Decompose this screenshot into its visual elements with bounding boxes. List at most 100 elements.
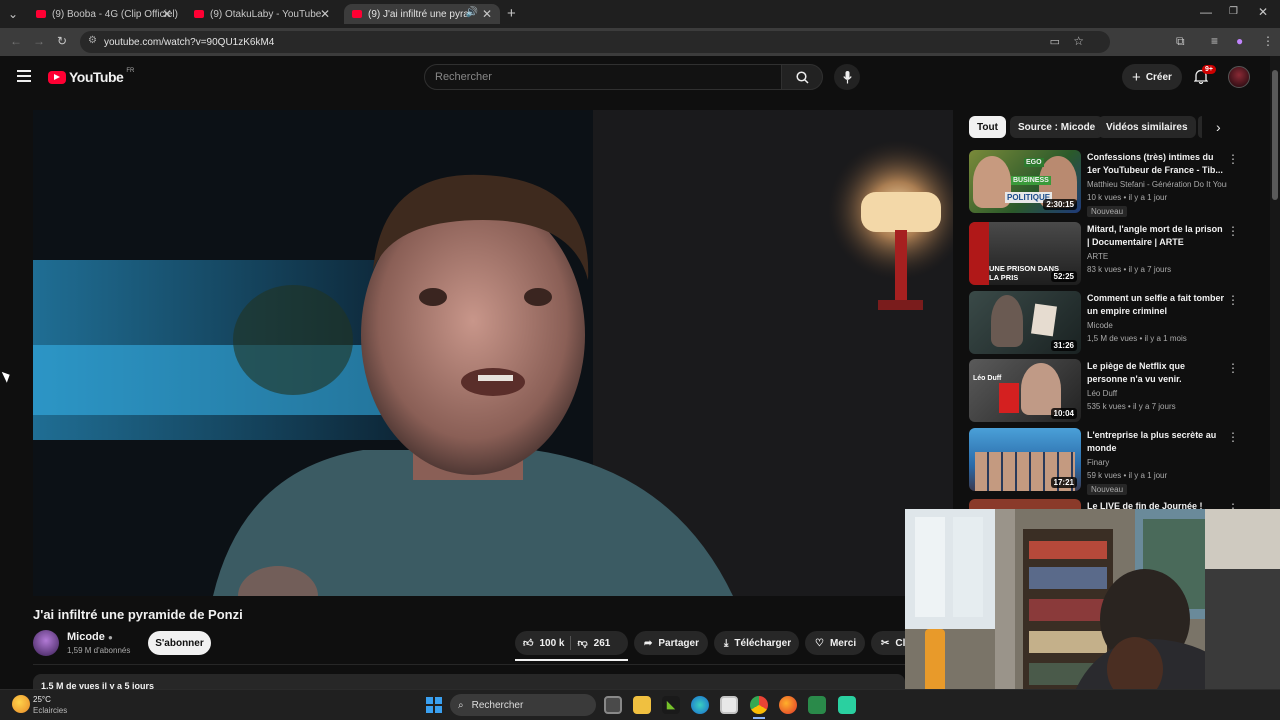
chip-all[interactable]: Tout: [969, 116, 1006, 138]
recommendation-channel[interactable]: Matthieu Stefani - Génération Do It Your…: [1087, 180, 1227, 189]
recommendation-item[interactable]: Léo Duff 10:04 Le piège de Netflix que p…: [969, 359, 1259, 423]
close-tab-icon[interactable]: ✕: [162, 7, 172, 21]
download-button[interactable]: ⤓ Télécharger: [714, 631, 799, 655]
nvidia-icon[interactable]: ◣: [662, 696, 680, 714]
video-thumbnail[interactable]: EGO BUSINESS POLITIQUE 2:30:15: [969, 150, 1081, 213]
more-options-icon[interactable]: ⋮: [1227, 152, 1239, 166]
edge-icon[interactable]: [691, 696, 709, 714]
address-bar[interactable]: ⚙ youtube.com/watch?v=90QU1zK6kM4 ▭ ☆: [80, 31, 1110, 53]
youtube-logo[interactable]: YouTube FR: [48, 68, 134, 85]
scrollbar-thumb[interactable]: [1272, 70, 1278, 200]
more-options-icon[interactable]: ⋮: [1227, 361, 1239, 375]
like-button[interactable]: 👍︎ 100 k: [523, 637, 564, 650]
recommendation-title[interactable]: Le piège de Netflix que personne n'a vu …: [1087, 360, 1227, 386]
weather-temp[interactable]: 25°C: [33, 695, 51, 704]
video-duration: 10:04: [1050, 408, 1077, 419]
chevron-right-icon[interactable]: ›: [1216, 119, 1221, 135]
close-tab-icon[interactable]: ✕: [320, 7, 330, 21]
windows-taskbar: 25°C Eclaircies ⌕ Rechercher ◣: [0, 689, 1280, 720]
new-badge: Nouveau: [1087, 484, 1128, 495]
reload-icon[interactable]: ↻: [57, 34, 67, 48]
recommendation-title[interactable]: Comment un selfie a fait tomber un empir…: [1087, 292, 1227, 318]
video-player[interactable]: [33, 110, 953, 596]
search-button[interactable]: [781, 64, 823, 90]
dislike-button[interactable]: 👎︎ 261: [577, 637, 610, 650]
thanks-button[interactable]: ♡ Merci: [805, 631, 865, 655]
video-thumbnail[interactable]: [969, 499, 1081, 509]
extensions-icon[interactable]: ⧉: [1176, 34, 1185, 49]
taskbar-search[interactable]: ⌕ Rechercher: [450, 694, 596, 716]
recommendation-item[interactable]: 17:21 L'entreprise la plus secrète au mo…: [969, 428, 1259, 495]
video-thumbnail[interactable]: UNE PRISON DANS LA PRIS 52:25: [969, 222, 1081, 285]
recommendation-channel[interactable]: Micode: [1087, 321, 1113, 330]
voice-search-button[interactable]: [834, 64, 860, 90]
hamburger-menu-icon[interactable]: [17, 70, 31, 82]
recommendation-meta: 10 k vues • il y a 1 jour: [1087, 193, 1168, 202]
search-input[interactable]: Rechercher: [424, 64, 782, 90]
recommendation-channel[interactable]: ARTE: [1087, 252, 1108, 261]
thumbnail-text: EGO: [1024, 158, 1044, 167]
tab-booba[interactable]: (9) Booba - 4G (Clip Officiel) - Y ✕: [28, 4, 180, 24]
forward-icon[interactable]: →: [33, 34, 45, 48]
recommendation-title[interactable]: Confessions (très) intimes du 1er YouTub…: [1087, 151, 1227, 177]
more-options-icon[interactable]: ⋮: [1227, 501, 1239, 509]
recommendation-item[interactable]: EGO BUSINESS POLITIQUE 2:30:15 Confessio…: [969, 150, 1259, 217]
task-view-icon[interactable]: [604, 696, 622, 714]
recommendation-item[interactable]: UNE PRISON DANS LA PRIS 52:25 Mitard, l'…: [969, 222, 1259, 286]
video-thumbnail[interactable]: Léo Duff 10:04: [969, 359, 1081, 422]
video-duration: 31:26: [1050, 340, 1077, 351]
app-icon[interactable]: [838, 696, 856, 714]
recommendation-item[interactable]: Le LIVE de fin de Journée ! ⋮: [969, 499, 1259, 509]
browser-menu-icon[interactable]: ⋮: [1262, 34, 1274, 48]
restore-icon[interactable]: ❐: [1229, 6, 1238, 17]
recommendation-channel[interactable]: Finary: [1087, 458, 1109, 467]
subscribe-button[interactable]: S'abonner: [148, 631, 211, 655]
chip-overflow[interactable]: [1198, 116, 1202, 138]
more-options-icon[interactable]: ⋮: [1227, 430, 1239, 444]
chrome-icon[interactable]: [750, 696, 768, 714]
share-button[interactable]: ➦ Partager: [634, 631, 708, 655]
bookmark-star-icon[interactable]: ☆: [1073, 34, 1084, 48]
chip-source-micode[interactable]: Source : Micode: [1010, 116, 1104, 138]
chip-similar-videos[interactable]: Vidéos similaires: [1098, 116, 1196, 138]
close-tab-icon[interactable]: ✕: [482, 7, 492, 21]
store-icon[interactable]: [720, 696, 738, 714]
more-options-icon[interactable]: ⋮: [1227, 293, 1239, 307]
cast-icon[interactable]: ▭: [1050, 35, 1060, 48]
recommendation-title[interactable]: Mitard, l'angle mort de la prison | Docu…: [1087, 223, 1227, 249]
minimize-icon[interactable]: —: [1200, 5, 1212, 19]
channel-avatar[interactable]: [33, 630, 59, 656]
profile-icon[interactable]: ●: [1236, 34, 1243, 48]
file-explorer-icon[interactable]: [633, 696, 651, 714]
description-box[interactable]: 1,5 M de vues il y a 5 jours: [33, 674, 905, 689]
notifications-button[interactable]: 9+: [1193, 65, 1216, 89]
app-icon[interactable]: [808, 696, 826, 714]
reading-list-icon[interactable]: ≡: [1211, 34, 1218, 48]
active-app-indicator: [753, 717, 765, 719]
recommendation-meta: 1,5 M de vues • il y a 1 mois: [1087, 334, 1187, 343]
create-button[interactable]: + Créer: [1122, 64, 1182, 90]
tab-otakulaby[interactable]: (9) OtakuLaby - YouTube ✕: [186, 4, 338, 24]
verified-icon: ●: [107, 633, 113, 642]
video-thumbnail[interactable]: 31:26: [969, 291, 1081, 354]
channel-name-row[interactable]: Micode ●: [67, 631, 113, 643]
firefox-icon[interactable]: [779, 696, 797, 714]
site-info-icon[interactable]: ⚙: [88, 35, 97, 46]
audio-playing-icon[interactable]: 🔊: [466, 7, 478, 18]
window-close-icon[interactable]: ✕: [1258, 5, 1268, 19]
thumbnail-photo: [1031, 303, 1057, 337]
back-icon[interactable]: ←: [10, 34, 22, 48]
recommendation-title[interactable]: Le LIVE de fin de Journée !: [1087, 500, 1227, 509]
avatar[interactable]: [1228, 66, 1250, 88]
tab-search-icon[interactable]: ⌄: [8, 7, 18, 21]
new-tab-icon[interactable]: +: [507, 5, 516, 22]
recommendation-item[interactable]: 31:26 Comment un selfie a fait tomber un…: [969, 291, 1259, 355]
video-thumbnail[interactable]: 17:21: [969, 428, 1081, 491]
weather-icon[interactable]: [12, 695, 30, 713]
recommendation-channel[interactable]: Léo Duff: [1087, 389, 1117, 398]
channel-name[interactable]: Micode: [67, 631, 105, 643]
windows-start-icon[interactable]: [426, 697, 442, 713]
recommendation-title[interactable]: L'entreprise la plus secrète au monde: [1087, 429, 1227, 455]
tab-active-ponzi[interactable]: (9) J'ai infiltré une pyramide 🔊 ✕: [344, 4, 500, 24]
more-options-icon[interactable]: ⋮: [1227, 224, 1239, 238]
